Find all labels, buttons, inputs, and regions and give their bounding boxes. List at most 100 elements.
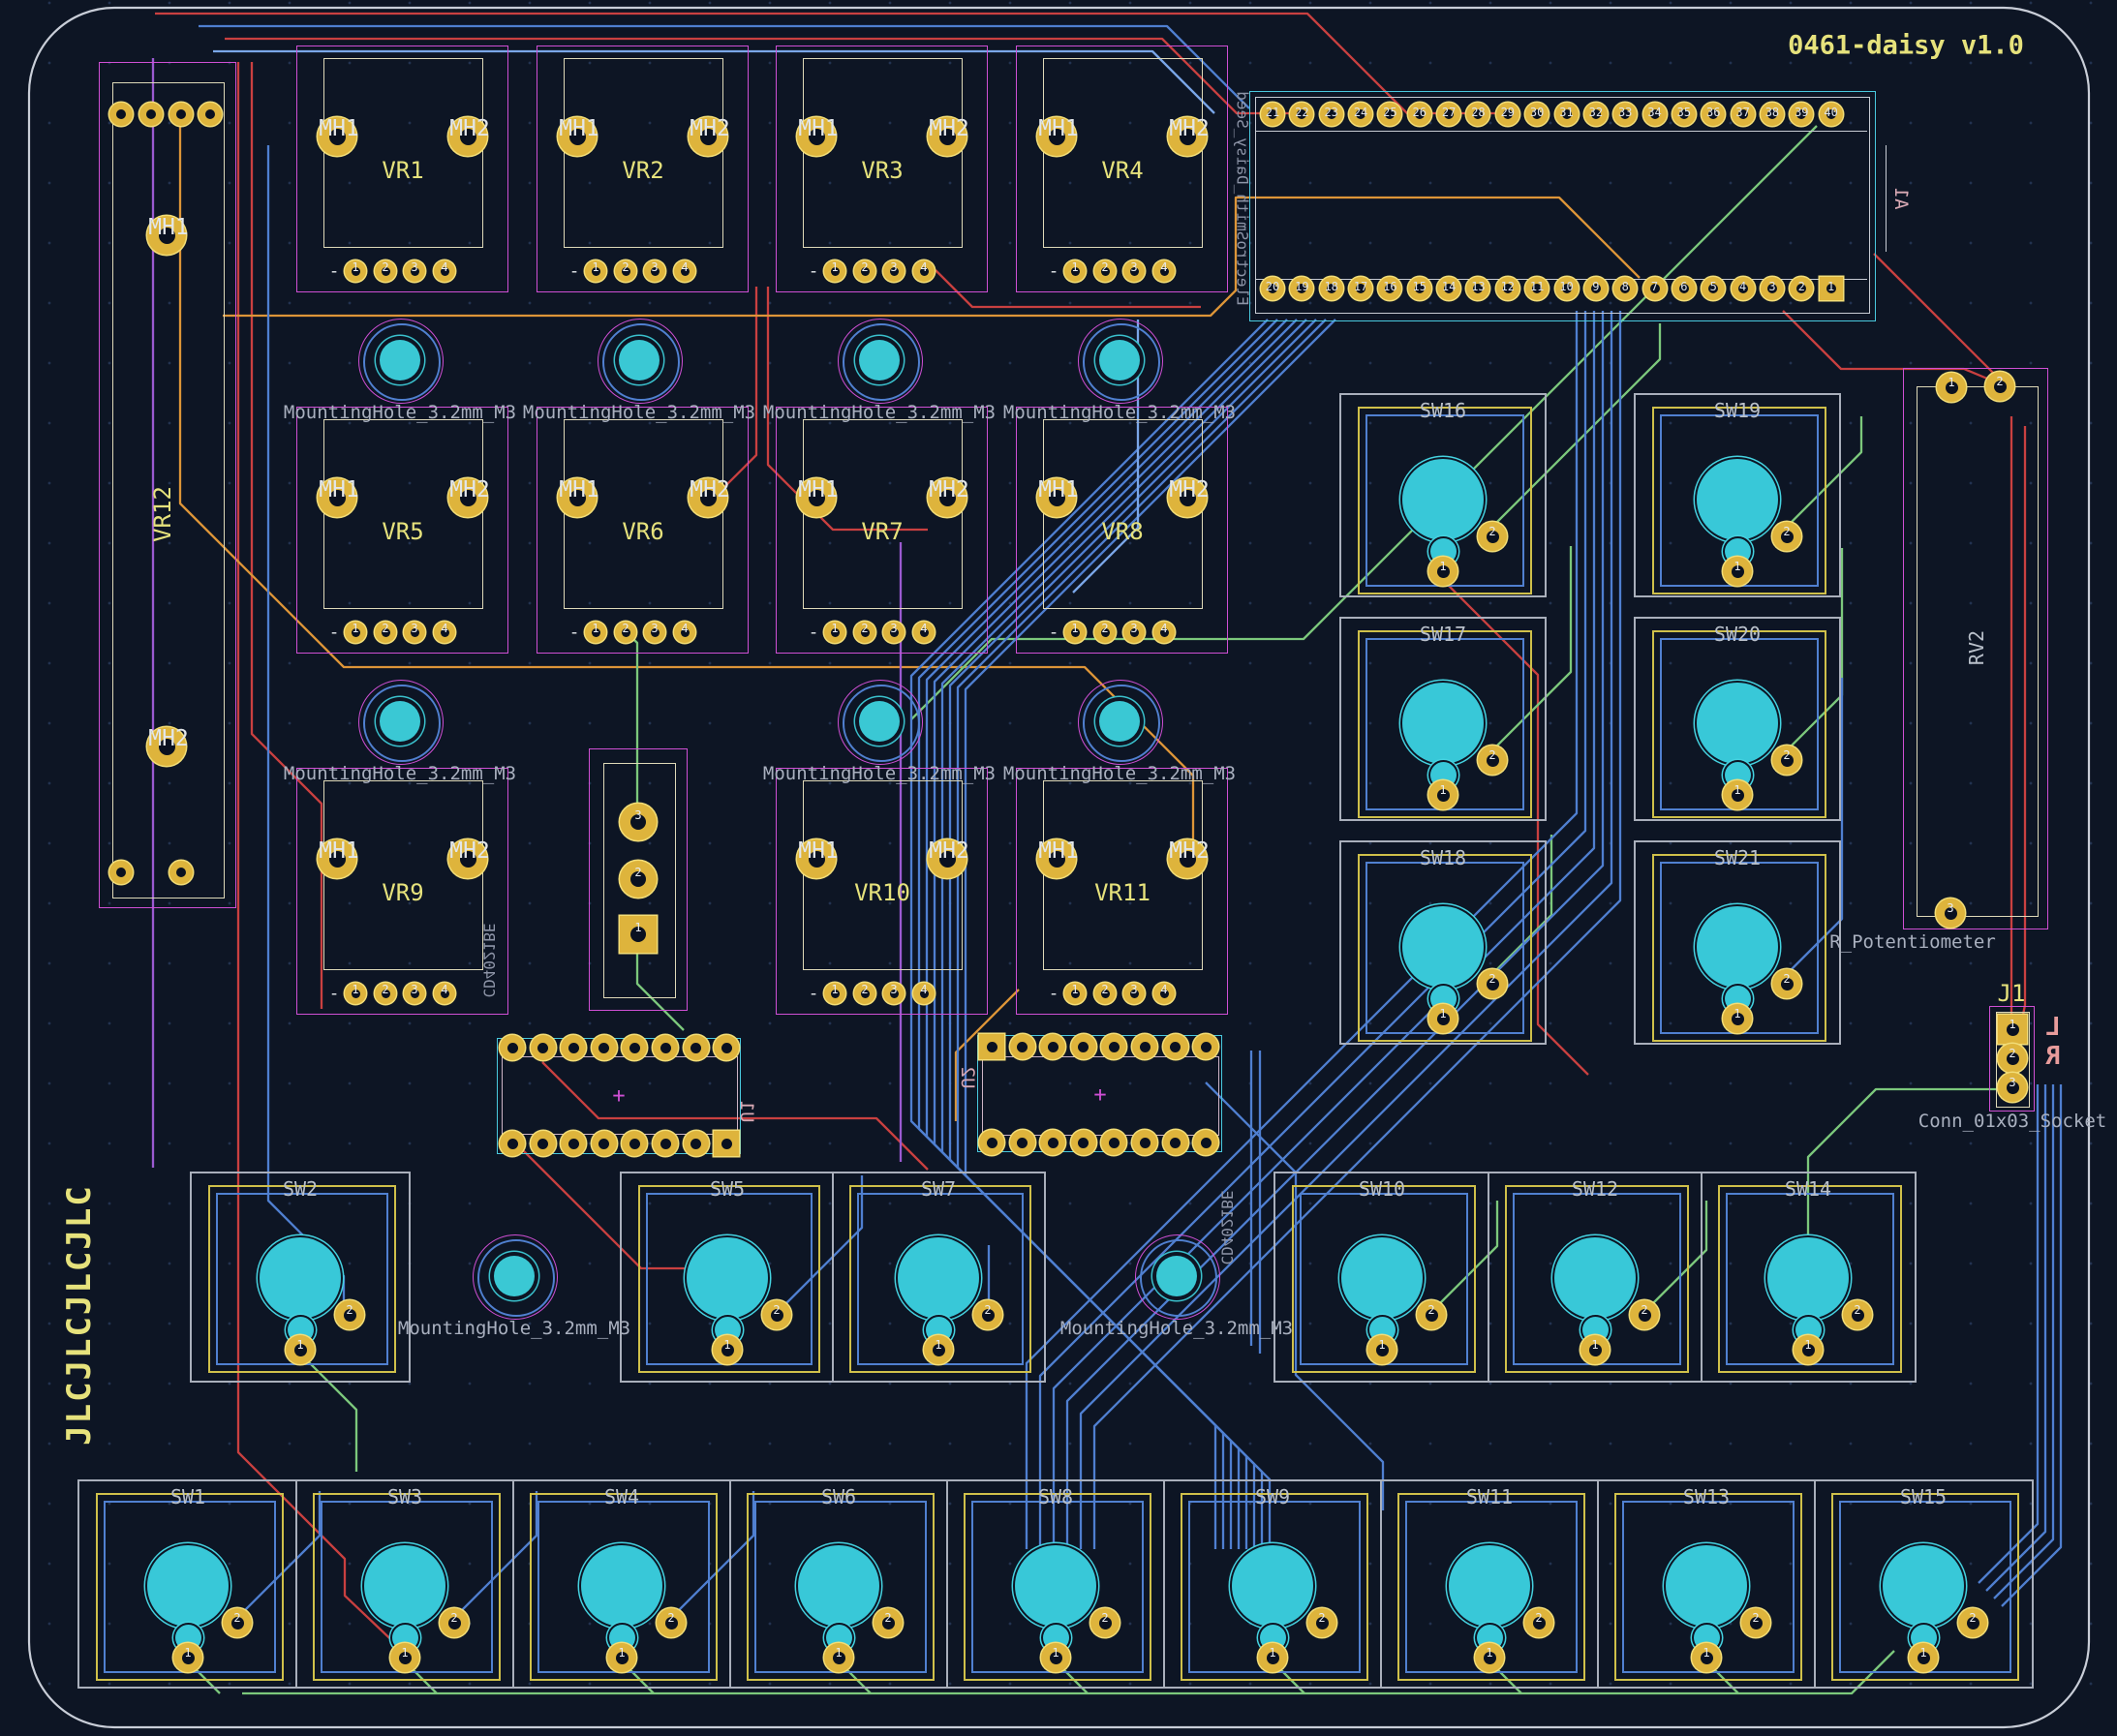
ic-pin-top[interactable]	[1040, 1034, 1065, 1059]
mounting-hole[interactable]	[859, 340, 900, 381]
switch-cell-sw9[interactable]: SW921	[1164, 1481, 1381, 1687]
switch-cap[interactable]	[1697, 906, 1778, 988]
switch-cap[interactable]	[1554, 1237, 1636, 1319]
switch-cell-sw21[interactable]: SW2121	[1636, 842, 1839, 1043]
switch-cell-sw4[interactable]: SW421	[513, 1481, 730, 1687]
vr12-pin-pad-4[interactable]	[199, 103, 222, 126]
vr12-bottom-pad-2[interactable]	[169, 861, 193, 884]
switch-cap[interactable]	[147, 1545, 229, 1627]
ic-pin-bottom[interactable]	[1193, 1130, 1218, 1155]
vr12-pin-pad-3[interactable]	[169, 103, 193, 126]
mounting-hole[interactable]	[1156, 1256, 1197, 1296]
rv2-footprint[interactable]: 123RV2	[1903, 368, 2048, 929]
ic-pin-bottom[interactable]	[684, 1131, 709, 1156]
ic-pin-top[interactable]	[979, 1034, 1004, 1059]
mounting-hole[interactable]	[380, 340, 420, 381]
switch-cell-sw1[interactable]: SW121	[79, 1481, 296, 1687]
mounting-hole[interactable]	[859, 701, 900, 742]
ic-pin-top[interactable]	[1071, 1034, 1096, 1059]
ic-pin-bottom[interactable]	[1163, 1130, 1188, 1155]
vr-footprint-vr12[interactable]: MH1MH2VR12	[99, 62, 236, 908]
pcb-canvas[interactable]: 0461-daisy v1.0 MH1MH2VR1-1234MH1MH2VR2-…	[0, 0, 2117, 1736]
switch-cap[interactable]	[1883, 1545, 1964, 1627]
ic-pin-top[interactable]	[1010, 1034, 1035, 1059]
switch-cell-sw6[interactable]: SW621	[730, 1481, 947, 1687]
vr-footprint-vr11[interactable]: MH1MH2VR11-1234	[1016, 768, 1228, 1015]
ic-pin-top[interactable]	[500, 1035, 525, 1060]
ic-pin-top[interactable]	[653, 1035, 678, 1060]
ic-pin-bottom[interactable]	[1101, 1130, 1126, 1155]
switch-cap[interactable]	[1767, 1237, 1849, 1319]
vr-footprint-vr5[interactable]: MH1MH2VR5-1234	[296, 407, 508, 654]
ic-socket-u1[interactable]: U1+	[497, 1038, 741, 1154]
switch-cell-sw16[interactable]: SW1621	[1341, 395, 1545, 595]
mounting-hole[interactable]	[619, 340, 660, 381]
ic-pin-top[interactable]	[561, 1035, 586, 1060]
vr-footprint-vr6[interactable]: MH1MH2VR6-1234	[537, 407, 749, 654]
switch-cell-sw5[interactable]: SW521	[622, 1173, 833, 1381]
mounting-hole[interactable]	[1099, 340, 1140, 381]
ic-pin-bottom[interactable]	[500, 1131, 525, 1156]
ic-pin-top[interactable]	[714, 1035, 739, 1060]
aux-pot-footprint[interactable]: 321	[589, 748, 688, 1011]
ic-pin-top[interactable]	[531, 1035, 556, 1060]
ic-pin-bottom[interactable]	[1071, 1130, 1096, 1155]
switch-cell-sw14[interactable]: SW1421	[1702, 1173, 1915, 1381]
vr12-pin-pad-2[interactable]	[139, 103, 163, 126]
vr-footprint-vr1[interactable]: MH1MH2VR1-1234	[296, 46, 508, 292]
switch-cap[interactable]	[1015, 1545, 1096, 1627]
switch-cap[interactable]	[1666, 1545, 1747, 1627]
switch-cell-sw2[interactable]: SW221	[192, 1173, 409, 1381]
switch-cap[interactable]	[581, 1545, 662, 1627]
ic-pin-bottom[interactable]	[1010, 1130, 1035, 1155]
switch-cell-sw19[interactable]: SW1921	[1636, 395, 1839, 595]
switch-cell-sw3[interactable]: SW321	[296, 1481, 513, 1687]
mounting-hole[interactable]	[1099, 701, 1140, 742]
switch-cap[interactable]	[1341, 1237, 1423, 1319]
switch-cell-sw17[interactable]: SW1721	[1341, 619, 1545, 819]
ic-pin-bottom[interactable]	[1040, 1130, 1065, 1155]
switch-cell-sw20[interactable]: SW2021	[1636, 619, 1839, 819]
vr-footprint-vr2[interactable]: MH1MH2VR2-1234	[537, 46, 749, 292]
ic-pin-bottom[interactable]	[622, 1131, 647, 1156]
switch-cap[interactable]	[364, 1545, 445, 1627]
vr-footprint-vr10[interactable]: MH1MH2VR10-1234	[776, 768, 988, 1015]
ic-pin-bottom[interactable]	[653, 1131, 678, 1156]
switch-cap[interactable]	[1402, 683, 1484, 764]
switch-cell-sw15[interactable]: SW1521	[1815, 1481, 2032, 1687]
switch-cap[interactable]	[798, 1545, 879, 1627]
switch-cap[interactable]	[687, 1237, 768, 1319]
switch-cell-sw11[interactable]: SW1121	[1381, 1481, 1598, 1687]
ic-pin-top[interactable]	[1132, 1034, 1157, 1059]
switch-cap[interactable]	[1402, 906, 1484, 988]
ic-pin-bottom[interactable]	[531, 1131, 556, 1156]
vr-footprint-vr3[interactable]: MH1MH2VR3-1234	[776, 46, 988, 292]
ic-pin-top[interactable]	[684, 1035, 709, 1060]
vr-footprint-vr4[interactable]: MH1MH2VR4-1234	[1016, 46, 1228, 292]
vr-footprint-vr7[interactable]: MH1MH2VR7-1234	[776, 407, 988, 654]
connector-a1[interactable]: 2122232425262728293031323334353637383940…	[1249, 91, 1876, 321]
switch-cell-sw10[interactable]: SW1021	[1275, 1173, 1488, 1381]
vr-footprint-vr8[interactable]: MH1MH2VR8-1234	[1016, 407, 1228, 654]
switch-cap[interactable]	[1232, 1545, 1313, 1627]
switch-cap[interactable]	[260, 1237, 341, 1319]
vr12-bottom-pad-1[interactable]	[109, 861, 133, 884]
switch-cap[interactable]	[1402, 459, 1484, 540]
switch-cap[interactable]	[1449, 1545, 1530, 1627]
ic-pin-bottom[interactable]	[1132, 1130, 1157, 1155]
mounting-hole[interactable]	[380, 701, 420, 742]
ic-pin-top[interactable]	[1163, 1034, 1188, 1059]
switch-cell-sw8[interactable]: SW821	[947, 1481, 1164, 1687]
switch-cap[interactable]	[898, 1237, 979, 1319]
vr12-pin-pad-1[interactable]	[109, 103, 133, 126]
ic-pin-bottom[interactable]	[592, 1131, 617, 1156]
ic-pin-bottom[interactable]	[979, 1130, 1004, 1155]
mounting-hole[interactable]	[494, 1256, 535, 1296]
ic-socket-u2[interactable]: U2+	[977, 1035, 1222, 1152]
switch-cell-sw13[interactable]: SW1321	[1598, 1481, 1815, 1687]
switch-cap[interactable]	[1697, 459, 1778, 540]
switch-cell-sw18[interactable]: SW1821	[1341, 842, 1545, 1043]
switch-cap[interactable]	[1697, 683, 1778, 764]
ic-pin-bottom[interactable]	[714, 1131, 739, 1156]
vr-footprint-vr9[interactable]: MH1MH2VR9-1234	[296, 768, 508, 1015]
